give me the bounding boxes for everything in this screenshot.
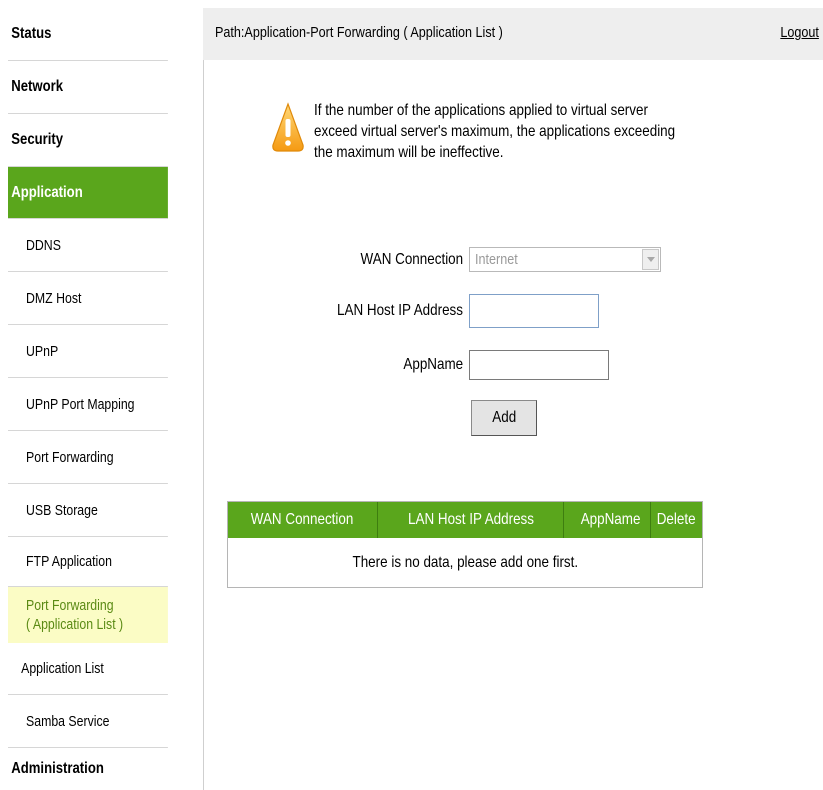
warning-line: exceed virtual server's maximum, the app… bbox=[314, 123, 676, 140]
sidebar-item-label: DDNS bbox=[26, 236, 61, 254]
warning-icon bbox=[272, 102, 304, 152]
sidebar-item-label: Network bbox=[11, 78, 64, 95]
sidebar-item-network[interactable]: Network bbox=[8, 61, 168, 114]
sidebar-item-label: Port Forwarding bbox=[26, 448, 114, 466]
column-header-label: Delete bbox=[657, 511, 696, 528]
sidebar-item-upnp[interactable]: UPnP bbox=[8, 325, 168, 378]
sidebar-item-administration[interactable]: Administration bbox=[8, 748, 168, 790]
sidebar-item-label-line2: ( Application List ) bbox=[26, 616, 124, 633]
logout-link[interactable]: Logout bbox=[780, 24, 819, 41]
lan-host-ip-label: LAN Host IP Address bbox=[337, 302, 463, 319]
warning-line: the maximum will be ineffective. bbox=[314, 144, 504, 161]
appname-label: AppName bbox=[403, 356, 463, 373]
sidebar-item-label: Status bbox=[11, 25, 52, 42]
column-header-label: WAN Connection bbox=[251, 511, 354, 528]
header-bar: Path:Application-Port Forwarding ( Appli… bbox=[203, 8, 823, 60]
table-header: WAN Connection LAN Host IP Address AppNa… bbox=[228, 502, 702, 538]
sidebar-item-label: Samba Service bbox=[26, 712, 110, 730]
sidebar-item-label: UPnP Port Mapping bbox=[26, 395, 135, 413]
sidebar-item-ftp-application[interactable]: FTP Application bbox=[8, 537, 168, 587]
sidebar-item-status[interactable]: Status bbox=[8, 8, 168, 61]
warning-line: If the number of the applications applie… bbox=[314, 102, 648, 119]
sidebar-item-label: Administration bbox=[11, 760, 104, 777]
column-header-label: LAN Host IP Address bbox=[407, 511, 534, 528]
sidebar-item-usb-storage[interactable]: USB Storage bbox=[8, 484, 168, 537]
appname-select[interactable] bbox=[469, 350, 609, 380]
chevron-down-icon bbox=[646, 257, 655, 262]
add-button-label: Add bbox=[492, 409, 516, 426]
column-header-lan-host-ip: LAN Host IP Address bbox=[378, 502, 564, 538]
wan-connection-value: Internet bbox=[475, 251, 518, 268]
sidebar-item-label: USB Storage bbox=[26, 501, 98, 519]
column-header-wan-connection: WAN Connection bbox=[228, 502, 378, 538]
sidebar-item-label-line1: Port Forwarding bbox=[26, 597, 114, 614]
dropdown-button bbox=[642, 249, 659, 270]
page-root: Status Network Security Application DDNS… bbox=[0, 0, 823, 790]
column-header-appname: AppName bbox=[564, 502, 651, 538]
sidebar-item-label: Security bbox=[11, 131, 64, 148]
sidebar-item-port-forwarding[interactable]: Port Forwarding bbox=[8, 431, 168, 484]
sidebar-item-label: FTP Application bbox=[26, 553, 112, 570]
sidebar-item-label: UPnP bbox=[26, 342, 59, 360]
add-button[interactable]: Add bbox=[471, 400, 537, 436]
sidebar-item-label: Application bbox=[11, 183, 83, 201]
application-list-table: WAN Connection LAN Host IP Address AppNa… bbox=[227, 501, 703, 588]
sidebar-item-security[interactable]: Security bbox=[8, 114, 168, 167]
warning-message: If the number of the applications applie… bbox=[314, 100, 751, 163]
sidebar-item-label: DMZ Host bbox=[26, 289, 82, 307]
sidebar-item-application-list[interactable]: Application List bbox=[8, 643, 168, 695]
table-empty-row: There is no data, please add one first. bbox=[228, 538, 702, 587]
lan-host-ip-input[interactable] bbox=[469, 294, 599, 328]
breadcrumb: Path:Application-Port Forwarding ( Appli… bbox=[215, 24, 503, 41]
sidebar-item-label: Application List bbox=[21, 660, 104, 677]
wan-connection-label: WAN Connection bbox=[360, 251, 463, 268]
sidebar-item-samba-service[interactable]: Samba Service bbox=[8, 695, 168, 748]
sidebar-item-application[interactable]: Application bbox=[8, 167, 168, 219]
sidebar-nav: Status Network Security Application DDNS… bbox=[0, 8, 204, 790]
column-header-delete: Delete bbox=[651, 502, 702, 538]
sidebar-item-ddns[interactable]: DDNS bbox=[8, 219, 168, 272]
wan-connection-select[interactable]: Internet bbox=[469, 247, 661, 272]
sidebar-item-upnp-port-mapping[interactable]: UPnP Port Mapping bbox=[8, 378, 168, 431]
sidebar-item-dmz-host[interactable]: DMZ Host bbox=[8, 272, 168, 325]
sidebar-item-port-forwarding-application-list[interactable]: Port Forwarding ( Application List ) bbox=[8, 587, 168, 643]
empty-message: There is no data, please add one first. bbox=[352, 553, 578, 571]
column-header-label: AppName bbox=[580, 511, 641, 528]
